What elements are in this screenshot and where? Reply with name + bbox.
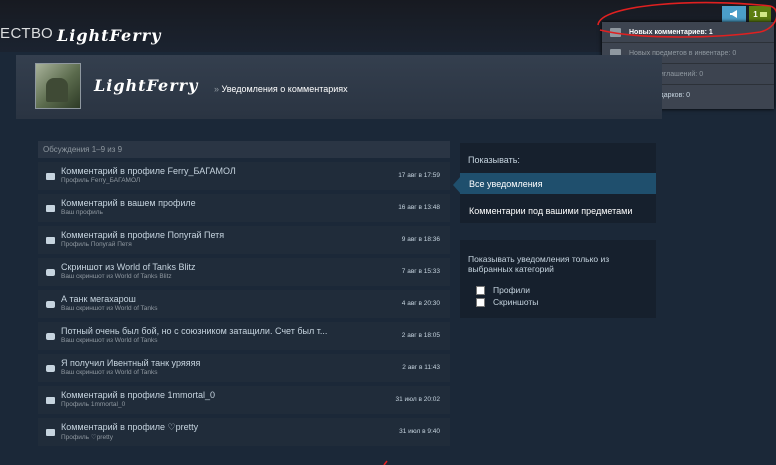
category-label: Скриншоты [493,297,539,307]
list-header: Обсуждения 1–9 из 9 [38,141,450,158]
filter-heading: Показывать: [468,155,520,165]
item-title[interactable]: Комментарий в вашем профиле [61,198,196,208]
comment-icon [46,429,55,436]
list-item[interactable]: Комментарий в профиле 1mmortal_0 Профиль… [38,386,450,414]
item-date: 31 июл в 20:02 [395,396,440,403]
item-title[interactable]: Я получил Ивентный танк уряяяя [61,358,200,368]
item-date: 17 авг в 17:59 [398,172,440,179]
item-subtitle: Профиль 1mmortal_0 [61,401,126,408]
profile-name-link[interactable]: LightFerry [94,76,198,95]
filter-panel: Показывать: Все уведомления Комментарии … [460,143,656,223]
list-item[interactable]: Комментарий в профиле ♡pretty Профиль ♡p… [38,418,450,446]
list-item[interactable]: Потный очень был бой, но с союзником зат… [38,322,450,350]
megaphone-icon [730,10,737,18]
item-subtitle: Ваш скриншот из World of Tanks [61,337,158,344]
comment-icon [46,205,55,212]
item-title[interactable]: А танк мегахарош [61,294,136,304]
item-subtitle: Ваш скриншот из World of Tanks [61,369,158,376]
item-title[interactable]: Комментарий в профиле ♡pretty [61,422,198,433]
announcements-button[interactable] [722,6,746,22]
camera-icon [46,301,55,308]
breadcrumb-separator: » [214,84,220,94]
item-date: 16 авг в 13:48 [398,204,440,211]
item-title[interactable]: Комментарий в профиле Ferry_БАГАМОЛ [61,166,236,176]
notifications-list: Обсуждения 1–9 из 9 Комментарий в профил… [38,141,450,446]
item-subtitle: Профиль Попугай Петя [61,241,132,248]
breadcrumb: » Уведомления о комментариях [214,84,348,94]
notif-comments-item[interactable]: Новых комментариев: 1 [602,22,774,43]
notif-item-label: Новых комментариев: 1 [629,28,713,36]
filter-all-notifications[interactable]: Все уведомления [460,173,656,194]
category-screenshots[interactable]: Скриншоты [476,297,538,307]
comment-icon [46,237,55,244]
categories-panel: Показывать уведомления только из выбранн… [460,240,656,318]
page-title: Уведомления о комментариях [221,84,348,94]
item-title[interactable]: Комментарий в профиле 1mmortal_0 [61,390,215,400]
list-item[interactable]: А танк мегахарош Ваш скриншот из World o… [38,290,450,318]
comment-icon [46,173,55,180]
notifications-button[interactable]: 1 [749,6,771,22]
list-item[interactable]: Скриншот из World of Tanks Blitz Ваш скр… [38,258,450,286]
item-subtitle: Ваш скриншот из World of Tanks [61,305,158,312]
list-item[interactable]: Я получил Ивентный танк уряяяя Ваш скрин… [38,354,450,382]
category-label: Профили [493,285,531,295]
item-date: 2 авг в 11:43 [402,364,440,371]
profile-header: LightFerry » Уведомления о комментариях [16,55,662,119]
category-profiles[interactable]: Профили [476,285,530,295]
item-subtitle: Ваш профиль [61,209,103,216]
list-item[interactable]: Комментарий в профиле Ferry_БАГАМОЛ Проф… [38,162,450,190]
list-item[interactable]: Комментарий в профиле Попугай Петя Профи… [38,226,450,254]
item-date: 9 авг в 18:36 [401,236,440,243]
camera-icon [46,333,55,340]
nav-community-link[interactable]: ЕСТВО [0,25,53,42]
envelope-icon [759,11,767,17]
profiles-checkbox[interactable] [476,285,485,295]
filter-item-comments[interactable]: Комментарии под вашими предметами [460,200,656,221]
item-date: 4 авг в 20:30 [401,300,440,307]
item-subtitle: Ваш скриншот из World of Tanks Blitz [61,273,172,280]
avatar[interactable] [35,63,81,109]
categories-heading: Показывать уведомления только из выбранн… [468,254,610,274]
item-subtitle: Профиль ♡pretty [61,434,113,441]
camera-icon [46,365,55,372]
nav-username-link[interactable]: LightFerry [57,26,161,45]
item-date: 7 авг в 15:33 [401,268,440,275]
list-item[interactable]: Комментарий в вашем профиле Ваш профиль … [38,194,450,222]
comment-icon [610,27,621,37]
item-title[interactable]: Комментарий в профиле Попугай Петя [61,230,224,240]
camera-icon [46,269,55,276]
item-title[interactable]: Потный очень был бой, но с союзником зат… [61,326,327,336]
item-date: 2 авг в 18:05 [401,332,440,339]
comment-icon [46,397,55,404]
notification-count: 1 [753,9,758,19]
screenshots-checkbox[interactable] [476,297,485,307]
item-subtitle: Профиль Ferry_БАГАМОЛ [61,177,141,184]
item-title[interactable]: Скриншот из World of Tanks Blitz [61,262,195,272]
item-date: 31 июл в 9:40 [399,428,440,435]
